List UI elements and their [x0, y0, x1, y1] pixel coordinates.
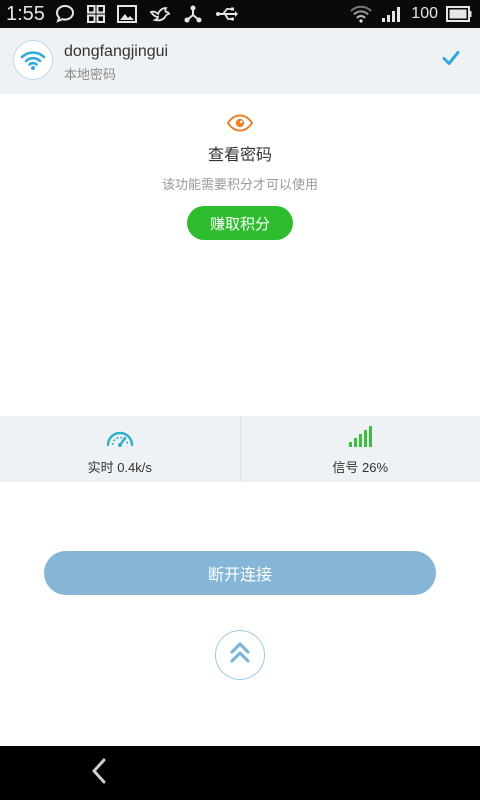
disconnect-button[interactable]: 断开连接 — [44, 551, 436, 595]
wifi-icon — [13, 40, 53, 80]
back-chevron-icon — [90, 757, 108, 790]
eye-icon — [226, 114, 254, 137]
wifi-icon — [349, 5, 373, 23]
battery-level: 100 — [411, 5, 438, 22]
share-icon — [183, 4, 203, 24]
network-password-type: 本地密码 — [64, 67, 117, 82]
signal-stat: 信号 26% — [239, 416, 480, 482]
image-icon — [116, 5, 137, 23]
double-chevron-up-icon — [229, 641, 251, 670]
connection-stats: 实时 0.4k/s 信号 26% — [0, 416, 480, 482]
signal-bars-icon — [241, 426, 480, 448]
points-required-note: 该功能需要积分才可以使用 — [161, 177, 318, 192]
view-password-title: 查看密码 — [207, 147, 272, 164]
grid-icon — [86, 5, 105, 23]
speed-label: 实时 0.4k/s — [87, 460, 152, 475]
check-icon — [442, 50, 460, 71]
usb-icon — [215, 6, 239, 22]
earn-points-button[interactable]: 赚取积分 — [187, 206, 293, 240]
network-header[interactable]: dongfangjingui 本地密码 — [0, 28, 480, 94]
battery-icon — [446, 6, 472, 22]
network-ssid: dongfangjingui — [64, 43, 169, 60]
signal-label: 信号 26% — [332, 460, 389, 475]
expand-up-button[interactable] — [215, 630, 265, 680]
notification-icons — [55, 4, 239, 24]
status-bar: 1:55 100 — [0, 0, 480, 28]
chat-bubble-icon — [55, 4, 75, 24]
status-time: 1:55 — [6, 2, 45, 25]
system-icons: 100 — [349, 0, 472, 28]
signal-icon — [381, 5, 403, 23]
back-button[interactable] — [84, 758, 114, 788]
speedometer-icon — [0, 426, 240, 448]
navigation-bar — [0, 746, 480, 800]
app-screen: dongfangjingui 本地密码 查看密码 该功能需要积分才可以使用 赚取… — [0, 28, 480, 746]
speed-stat: 实时 0.4k/s — [0, 416, 240, 482]
bird-icon — [149, 5, 171, 23]
